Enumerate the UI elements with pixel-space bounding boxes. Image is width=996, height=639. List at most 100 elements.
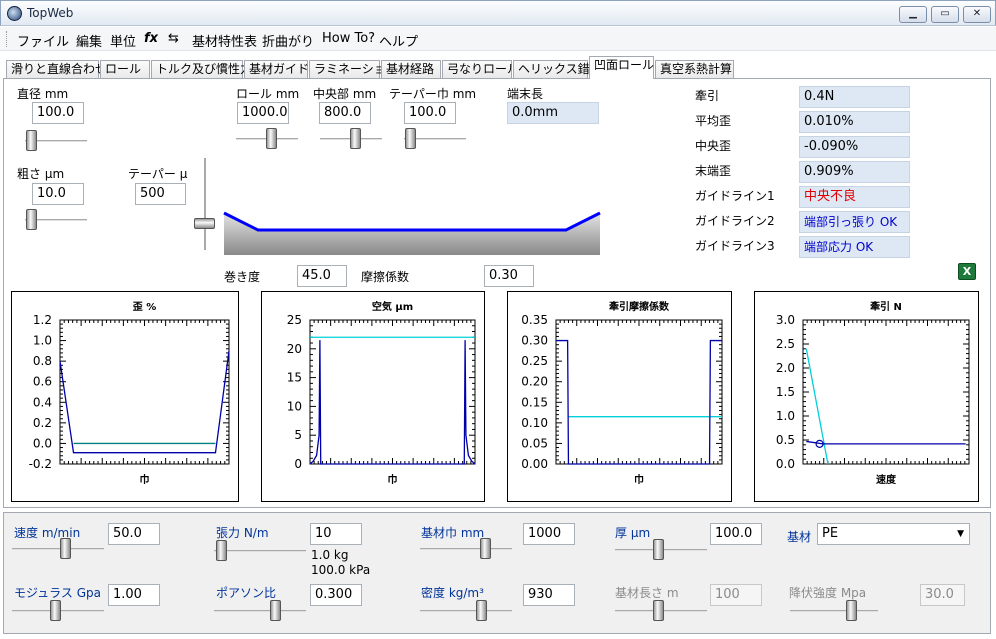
- series-line: [59, 350, 230, 454]
- material-select[interactable]: PE ▼: [817, 523, 970, 545]
- plot-frame: [59, 319, 230, 465]
- roll-input[interactable]: 1000.0: [237, 102, 289, 124]
- series-line: [556, 339, 722, 465]
- y-tick-label: 2.0: [776, 361, 795, 375]
- menu-material-table[interactable]: 基材特性表: [192, 31, 257, 50]
- tab-roll[interactable]: ロール: [100, 60, 150, 79]
- yield-slider: [790, 600, 878, 622]
- y-tick-label: 0.8: [33, 354, 52, 368]
- roughness-input[interactable]: 10.0: [32, 183, 84, 205]
- poisson-slider[interactable]: [214, 600, 306, 622]
- roughness-label: 粗さ μm: [17, 167, 65, 181]
- length-label: 基材長さ m: [615, 586, 679, 600]
- friction-input[interactable]: 0.30: [484, 265, 534, 287]
- roll-slider[interactable]: [236, 128, 298, 150]
- menu-grip: [6, 31, 8, 47]
- tab-lamination[interactable]: ラミネーション: [309, 60, 398, 79]
- y-tick-label: 0.2: [33, 416, 52, 430]
- roughness-slider[interactable]: [25, 209, 87, 231]
- result-label-guideline2: ガイドライン2: [695, 214, 775, 228]
- minimize-button[interactable]: ▁: [899, 6, 927, 23]
- tab-concave-roll[interactable]: 凹面ロール: [589, 56, 654, 79]
- tab-bowed-roll[interactable]: 弓なりロール: [442, 60, 519, 79]
- center-input[interactable]: 800.0: [319, 102, 371, 124]
- y-tick-label: 1.0: [776, 409, 795, 423]
- modulus-input[interactable]: 1.00: [108, 584, 160, 606]
- tab-torque[interactable]: トルク及び慣性力: [151, 60, 252, 79]
- y-tick-label: 0.00: [521, 457, 548, 471]
- plot-frame: [309, 319, 476, 465]
- y-tick-label: 0.20: [521, 375, 548, 389]
- x-axis-label: 巾: [634, 473, 644, 486]
- y-tick-label: 0.5: [776, 433, 795, 447]
- modulus-label: モジュラス Gpa: [14, 586, 102, 600]
- menu-help[interactable]: ヘルプ: [379, 31, 418, 50]
- density-input[interactable]: 930: [523, 584, 575, 606]
- result-label-guideline3: ガイドライン3: [695, 239, 775, 253]
- roll-body: [224, 213, 600, 255]
- result-label-end-strain: 末端歪: [695, 164, 732, 178]
- yield-label: 降伏強度 Mpa: [789, 586, 867, 600]
- width-input[interactable]: 1000: [523, 523, 575, 545]
- width-slider[interactable]: [420, 538, 512, 560]
- menu-units[interactable]: 単位: [110, 31, 136, 50]
- result-label-center-strain: 中央歪: [695, 139, 732, 153]
- taper-input[interactable]: 500: [135, 183, 186, 205]
- tab-helix[interactable]: ヘリックス錯覚: [513, 60, 602, 79]
- series-line: [309, 340, 476, 465]
- tab-vacuum[interactable]: 真空系熱計算: [655, 60, 734, 79]
- modulus-slider[interactable]: [12, 600, 104, 622]
- chart-traction-friction: 牽引摩擦係数 0.00 0.05 0.10 0.15 0.20 0.25 0.30 0.35 巾: [507, 291, 732, 502]
- speed-input[interactable]: 50.0: [108, 523, 160, 545]
- menu-edit[interactable]: 編集: [76, 31, 102, 50]
- length-input: 100: [710, 584, 762, 606]
- y-tick-label: 10: [287, 399, 302, 413]
- tab-guide[interactable]: 基材ガイド: [244, 60, 309, 79]
- tension-input[interactable]: 10: [310, 523, 362, 545]
- wrap-angle-label: 巻き度: [224, 270, 261, 284]
- chart-title: 牽引 N: [870, 300, 902, 313]
- menu-convert[interactable]: ⇆: [168, 31, 179, 46]
- result-label-traction: 牽引: [695, 89, 720, 103]
- end-length-value: 0.0mm: [507, 102, 599, 124]
- taper-width-slider[interactable]: [404, 128, 466, 150]
- y-tick-label: 15: [287, 371, 302, 385]
- maximize-button[interactable]: ▭: [931, 6, 959, 23]
- roll-profile-line: [223, 211, 601, 232]
- y-tick-label: 0.0: [33, 436, 52, 450]
- chart-title: 空気 μm: [372, 300, 413, 313]
- menu-howto[interactable]: How To?: [322, 31, 375, 46]
- speed-slider[interactable]: [12, 538, 104, 560]
- y-tick-label: 25: [287, 313, 302, 327]
- center-slider[interactable]: [320, 128, 382, 150]
- tab-path[interactable]: 基材経路: [381, 60, 441, 79]
- diameter-input[interactable]: 100.0: [32, 102, 84, 124]
- density-slider[interactable]: [420, 600, 512, 622]
- diameter-slider[interactable]: [25, 130, 87, 152]
- poisson-input[interactable]: 0.300: [310, 584, 362, 606]
- close-button[interactable]: ✕: [963, 6, 991, 23]
- roll-label: ロール mm: [236, 87, 300, 101]
- y-tick-label: 0.25: [521, 354, 548, 368]
- menu-bending[interactable]: 折曲がり: [262, 31, 314, 50]
- menu-file[interactable]: ファイル: [17, 31, 69, 50]
- result-label-guideline1: ガイドライン1: [695, 189, 775, 203]
- thickness-slider[interactable]: [615, 539, 707, 561]
- thickness-input[interactable]: 100.0: [710, 523, 762, 545]
- menu-fx[interactable]: fx: [144, 31, 158, 46]
- plot-frame: [802, 319, 970, 465]
- excel-export-icon[interactable]: X: [958, 263, 976, 280]
- chart-title: 歪 %: [133, 301, 157, 313]
- y-tick-label: -0.2: [29, 457, 52, 471]
- result-value-traction: 0.4N: [799, 86, 910, 108]
- wrap-angle-input[interactable]: 45.0: [297, 265, 347, 287]
- tension-slider[interactable]: [214, 540, 306, 562]
- taper-width-input[interactable]: 100.0: [404, 102, 456, 124]
- taper-slider[interactable]: [194, 158, 216, 250]
- yield-input: 30.0: [920, 584, 965, 606]
- result-label-avg-strain: 平均歪: [695, 114, 732, 128]
- taper-width-label: テーパー巾 mm: [389, 87, 477, 101]
- tab-slip[interactable]: 滑りと直線合わせ: [6, 60, 107, 79]
- roll-profile-drawing: [223, 211, 601, 255]
- y-tick-label: 20: [287, 342, 302, 356]
